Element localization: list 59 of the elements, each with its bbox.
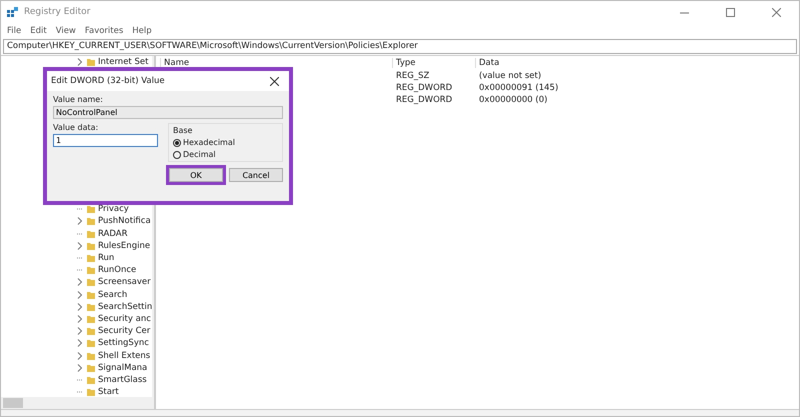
tree-item[interactable]: SearchSettin [1, 300, 152, 313]
table-cell-text: REG_DWORD [395, 95, 454, 105]
table-cell-text: 0x00000091 (145) [478, 83, 560, 93]
close-icon [772, 8, 780, 16]
maximize-icon [726, 8, 734, 16]
cancel-button[interactable]: Cancel [229, 168, 283, 182]
horizontal-scrollbar[interactable] [1, 397, 154, 409]
close-icon [270, 76, 278, 86]
table-cell-text: 0x00000000 (0) [478, 95, 548, 105]
folder-icon [87, 58, 95, 66]
radio-option[interactable]: Hexadecimal [173, 138, 278, 147]
group-label: Base [173, 126, 194, 135]
tree-item[interactable]: Search [1, 288, 152, 301]
chevron-icon[interactable] [77, 302, 83, 311]
chevron-icon[interactable] [77, 217, 83, 226]
table-cell-text: REG_DWORD [395, 83, 454, 93]
tree-item[interactable]: PushNotifica [1, 215, 152, 228]
column-header[interactable]: Type [392, 58, 475, 68]
registry-icon [7, 6, 18, 18]
tree-item[interactable]: RunOnce [1, 264, 152, 276]
table-cell-text: (value not set) [478, 71, 542, 81]
table-cell-text: REG_SZ [395, 71, 430, 81]
menu-item[interactable]: Help [132, 26, 152, 36]
chevron-icon[interactable] [77, 314, 83, 323]
chevron-icon[interactable] [77, 364, 83, 372]
chevron-icon[interactable] [77, 58, 83, 66]
tree-item[interactable]: Run [1, 252, 152, 264]
dialog-title: Edit DWORD (32-bit) Value [51, 76, 165, 86]
tree-item[interactable]: Screensaver [1, 276, 152, 288]
value-data-field[interactable]: 1 [53, 134, 158, 147]
tree-item[interactable]: SignalMana [1, 362, 152, 374]
window-title: Registry Editor [24, 7, 90, 17]
address-bar[interactable]: Computer\HKEY_CURRENT_USER\SOFTWARE\Microsoft\Windows\CurrentVersion\Policies\Explorer [3, 39, 797, 54]
tree-item[interactable]: Start [1, 386, 152, 398]
column-header[interactable]: Data [475, 58, 675, 68]
field-label: Value name: [53, 95, 104, 104]
tree-item[interactable]: Security Cer [1, 325, 152, 338]
chevron-icon[interactable] [77, 278, 83, 286]
tree-item[interactable]: Security anc [1, 312, 152, 326]
value-name-field[interactable]: NoControlPanel [53, 106, 283, 119]
tree-item[interactable]: RADAR [1, 228, 152, 240]
field-label: Value data: [53, 123, 100, 132]
chevron-icon[interactable] [77, 242, 83, 250]
tree-item[interactable]: RulesEngine [1, 240, 152, 252]
menu-item[interactable]: File [7, 26, 22, 36]
chevron-icon[interactable] [77, 290, 83, 299]
tree-item[interactable]: Internet Set [1, 56, 152, 68]
menu-item[interactable]: Favorites [84, 26, 124, 36]
chevron-icon[interactable] [77, 352, 83, 360]
chevron-icon[interactable] [77, 339, 83, 348]
ok-button[interactable]: OK [169, 168, 223, 182]
tree-item[interactable]: SettingSync [1, 337, 152, 350]
chevron-icon[interactable] [77, 327, 83, 336]
tree-item[interactable]: SmartGlass [1, 374, 152, 386]
tree-item[interactable]: Shell Extens [1, 349, 152, 362]
menu-item[interactable]: View [56, 26, 76, 36]
radio-option[interactable]: Decimal [173, 150, 278, 159]
tree-item[interactable]: Privacy [1, 203, 152, 216]
menu-item[interactable]: Edit [30, 26, 47, 36]
